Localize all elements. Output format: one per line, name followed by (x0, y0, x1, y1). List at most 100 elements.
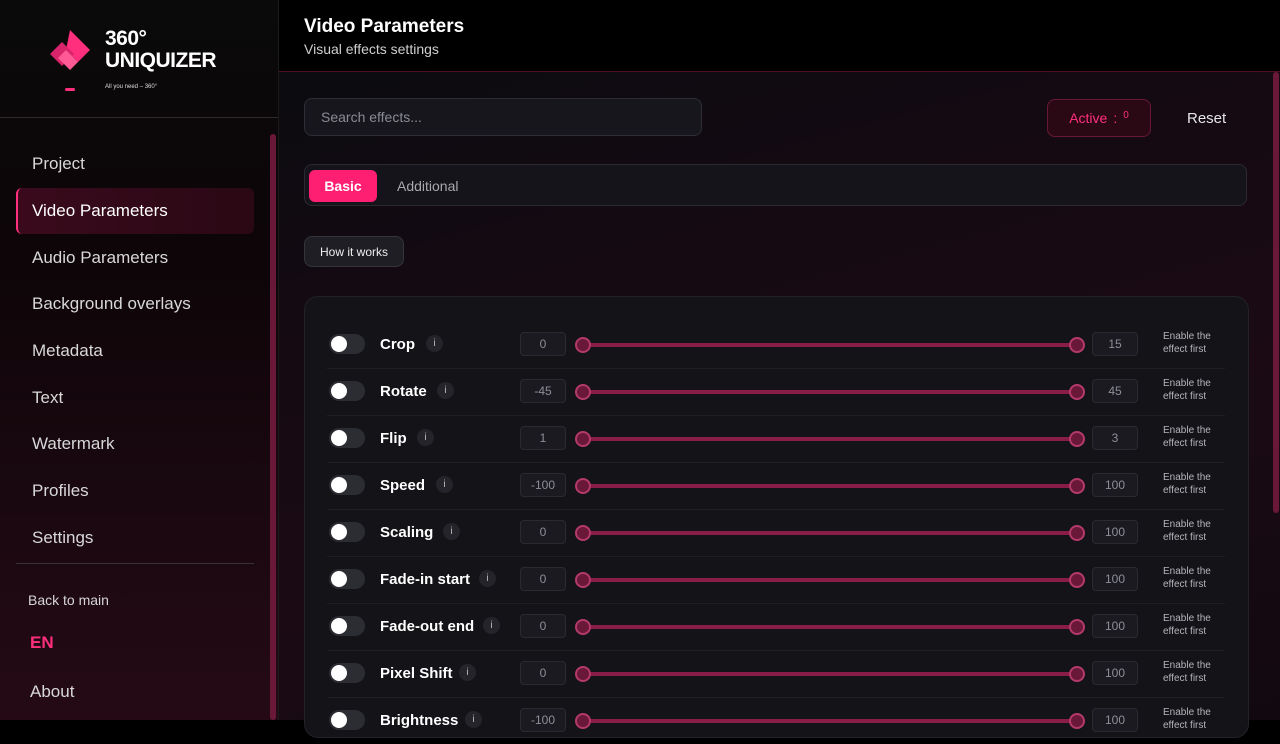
main-content: Active : 0 Reset Basic Additional How it… (279, 72, 1280, 738)
app-logo[interactable]: 360° UNIQUIZER All you need – 360° (48, 28, 228, 98)
effect-toggle[interactable] (329, 428, 365, 448)
reset-button[interactable]: Reset (1187, 110, 1226, 127)
tab-additional[interactable]: Additional (397, 178, 459, 194)
effect-min-input[interactable]: -100 (520, 473, 566, 497)
effect-max-input[interactable]: 3 (1092, 426, 1138, 450)
active-count-badge[interactable]: Active : 0 (1047, 99, 1151, 137)
effect-max-input[interactable]: 100 (1092, 473, 1138, 497)
effect-min-handle[interactable] (575, 478, 591, 494)
sidebar-item-text[interactable]: Text (16, 374, 254, 421)
effect-max-handle[interactable] (1069, 619, 1085, 635)
effect-toggle[interactable] (329, 475, 365, 495)
effect-min-input[interactable]: -100 (520, 708, 566, 732)
info-icon[interactable]: i (417, 429, 434, 446)
effect-toggle[interactable] (329, 663, 365, 683)
sidebar-item-label: Settings (32, 527, 94, 547)
effect-max-input[interactable]: 100 (1092, 520, 1138, 544)
tab-basic[interactable]: Basic (309, 170, 377, 202)
effect-toggle[interactable] (329, 710, 365, 730)
effect-min-input[interactable]: 0 (520, 567, 566, 591)
info-icon[interactable]: i (426, 335, 443, 352)
sidebar-item-label: Background overlays (32, 294, 191, 314)
sidebar-item-background-overlays[interactable]: Background overlays (16, 281, 254, 328)
effect-max-input[interactable]: 100 (1092, 661, 1138, 685)
effect-range-track[interactable] (581, 437, 1076, 441)
back-to-main-link[interactable]: Back to main (28, 592, 109, 608)
effect-label: Fade-out end (380, 618, 475, 635)
sidebar-item-video-parameters[interactable]: Video Parameters (16, 187, 254, 235)
effect-row-scaling: Scaling i 0 100 Enable the effect first (327, 509, 1225, 557)
effect-min-input[interactable]: 0 (520, 661, 566, 685)
effect-min-handle[interactable] (575, 619, 591, 635)
effect-min-input[interactable]: 1 (520, 426, 566, 450)
effect-max-input[interactable]: 45 (1092, 379, 1138, 403)
effect-min-handle[interactable] (575, 713, 591, 729)
active-count: 0 (1123, 109, 1129, 121)
effect-min-handle[interactable] (575, 572, 591, 588)
sidebar-item-label: Audio Parameters (32, 247, 169, 267)
effect-row-rotate: Rotate i -45 45 Enable the effect first (327, 368, 1225, 416)
effect-min-input[interactable]: 0 (520, 614, 566, 638)
effect-range-track[interactable] (581, 531, 1076, 535)
effect-toggle[interactable] (329, 334, 365, 354)
effect-min-input[interactable]: 0 (520, 332, 566, 356)
effect-min-input[interactable]: -45 (520, 379, 566, 403)
effect-min-input[interactable]: 0 (520, 520, 566, 544)
info-icon[interactable]: i (443, 523, 460, 540)
effect-range-track[interactable] (581, 578, 1076, 582)
effect-max-handle[interactable] (1069, 525, 1085, 541)
effect-range-track[interactable] (581, 390, 1076, 394)
effect-hint: Enable the effect first (1163, 660, 1211, 684)
effect-max-handle[interactable] (1069, 384, 1085, 400)
effect-min-handle[interactable] (575, 431, 591, 447)
toggle-knob (331, 571, 347, 587)
effect-max-handle[interactable] (1069, 572, 1085, 588)
effect-min-handle[interactable] (575, 525, 591, 541)
effect-range-track[interactable] (581, 484, 1076, 488)
logo-title: 360° UNIQUIZER (105, 27, 217, 72)
sidebar-divider (16, 563, 254, 564)
sidebar-item-settings[interactable]: Settings (16, 515, 254, 562)
how-it-works-button[interactable]: How it works (304, 236, 404, 267)
effect-min-handle[interactable] (575, 666, 591, 682)
active-separator: : (1113, 110, 1118, 126)
effect-toggle[interactable] (329, 569, 365, 589)
main-scrollbar[interactable] (1273, 72, 1279, 513)
page-header: Video Parameters Visual effects settings (279, 0, 1280, 72)
sidebar-item-audio-parameters[interactable]: Audio Parameters (16, 234, 254, 281)
effect-max-input[interactable]: 15 (1092, 332, 1138, 356)
info-icon[interactable]: i (483, 617, 500, 634)
search-input[interactable] (304, 98, 702, 136)
effect-range-track[interactable] (581, 343, 1076, 347)
effect-min-handle[interactable] (575, 384, 591, 400)
effect-min-handle[interactable] (575, 337, 591, 353)
sidebar-item-profiles[interactable]: Profiles (16, 468, 254, 515)
effect-hint: Enable the effect first (1163, 331, 1211, 355)
effect-range-track[interactable] (581, 625, 1076, 629)
sidebar-item-project[interactable]: Project (16, 141, 254, 188)
about-link[interactable]: About (30, 682, 74, 702)
effect-max-handle[interactable] (1069, 713, 1085, 729)
logo-dash (65, 88, 75, 91)
effect-toggle[interactable] (329, 616, 365, 636)
page-subtitle: Visual effects settings (304, 41, 439, 57)
info-icon[interactable]: i (479, 570, 496, 587)
effect-max-handle[interactable] (1069, 337, 1085, 353)
effect-max-handle[interactable] (1069, 431, 1085, 447)
effect-max-handle[interactable] (1069, 478, 1085, 494)
effect-toggle[interactable] (329, 381, 365, 401)
effect-max-input[interactable]: 100 (1092, 708, 1138, 732)
effect-max-handle[interactable] (1069, 666, 1085, 682)
effect-toggle[interactable] (329, 522, 365, 542)
effect-range-track[interactable] (581, 672, 1076, 676)
sidebar-item-watermark[interactable]: Watermark (16, 421, 254, 468)
effect-max-input[interactable]: 100 (1092, 567, 1138, 591)
language-switch[interactable]: EN (30, 633, 54, 653)
effect-max-input[interactable]: 100 (1092, 614, 1138, 638)
effect-hint: Enable the effect first (1163, 707, 1211, 731)
info-icon[interactable]: i (437, 382, 454, 399)
info-icon[interactable]: i (436, 476, 453, 493)
sidebar-item-metadata[interactable]: Metadata (16, 328, 254, 375)
info-icon[interactable]: i (459, 664, 476, 681)
sidebar-scrollbar[interactable] (270, 134, 276, 720)
